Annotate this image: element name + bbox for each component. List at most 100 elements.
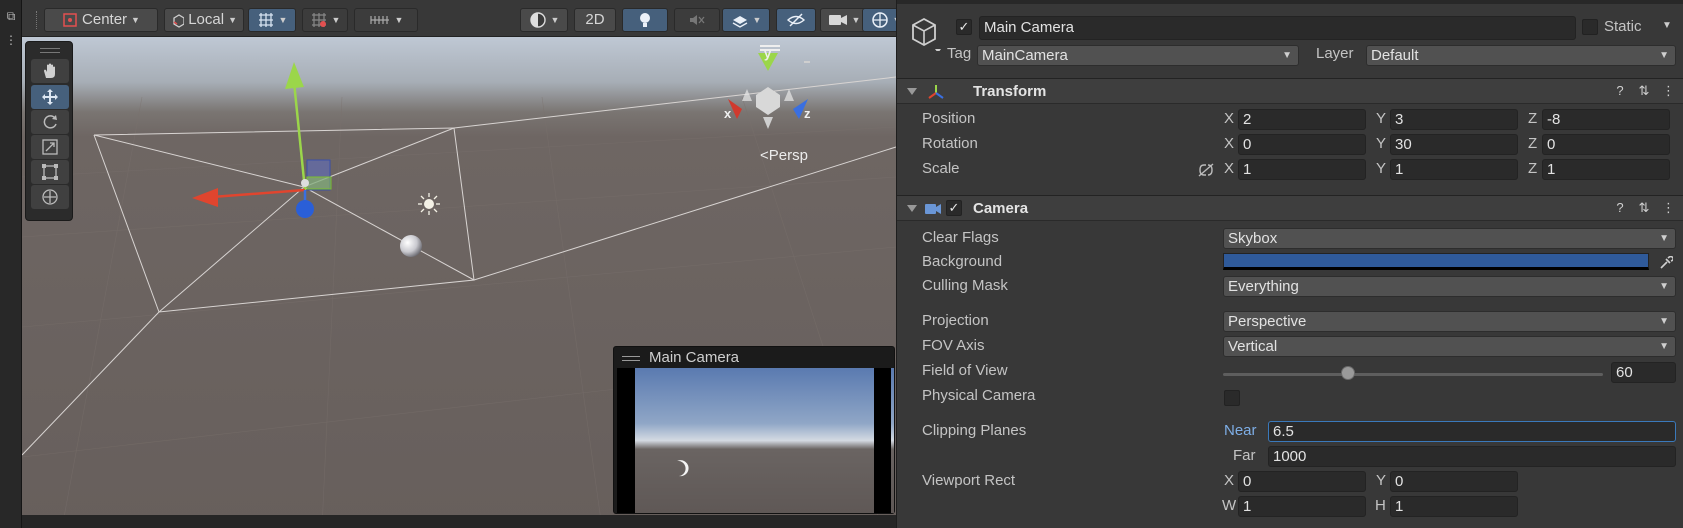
- space-mode-dropdown[interactable]: Local ▼: [164, 8, 244, 32]
- rect-tool-button[interactable]: [31, 160, 69, 184]
- active-checkbox[interactable]: ✓: [956, 19, 972, 35]
- help-icon[interactable]: ?: [1614, 84, 1626, 98]
- fov-value-field[interactable]: 60: [1611, 362, 1676, 383]
- scale-y-field[interactable]: 1: [1390, 159, 1518, 180]
- grid-snap-toggle[interactable]: ▼: [248, 8, 296, 32]
- camera-settings-dropdown[interactable]: ▼: [820, 8, 868, 32]
- scale-z-field[interactable]: 1: [1542, 159, 1670, 180]
- x-axis-handle[interactable]: [192, 188, 218, 207]
- overlay-menu-icon[interactable]: [760, 45, 780, 51]
- toggle-2d-button[interactable]: 2D: [574, 8, 616, 32]
- more-options-icon[interactable]: ⋮: [1662, 84, 1675, 98]
- rotate-tool-button[interactable]: [31, 110, 69, 134]
- camera-preview-image: [635, 368, 894, 513]
- constrain-proportions-icon[interactable]: [1197, 163, 1215, 177]
- projection-dropdown[interactable]: Perspective ▼: [1223, 311, 1676, 332]
- camera-component-icon: [925, 204, 941, 214]
- rotation-x-field[interactable]: 0: [1238, 134, 1366, 155]
- move-gizmo[interactable]: [192, 62, 332, 218]
- gameobject-icon[interactable]: [907, 15, 943, 55]
- position-x-field[interactable]: 2: [1238, 109, 1366, 130]
- help-icon[interactable]: ?: [1614, 201, 1626, 215]
- gizmo-axis-z-label: z: [804, 106, 811, 121]
- palette-grip[interactable]: [40, 48, 60, 53]
- rotation-z-field[interactable]: 0: [1542, 134, 1670, 155]
- y-axis-handle[interactable]: [285, 62, 304, 89]
- shading-mode-dropdown[interactable]: ▼: [520, 8, 568, 32]
- projection-label: Projection: [922, 312, 989, 329]
- gizmo-globe-icon: [871, 12, 888, 28]
- dock-icon[interactable]: ⧉: [3, 8, 19, 24]
- far-clip-field[interactable]: 1000: [1268, 446, 1676, 467]
- object-name-field[interactable]: Main Camera: [979, 16, 1576, 40]
- near-clip-field[interactable]: 6.5: [1268, 421, 1676, 442]
- culling-mask-dropdown[interactable]: Everything ▼: [1223, 276, 1676, 297]
- position-label: Position: [922, 110, 976, 127]
- physical-camera-checkbox[interactable]: [1224, 390, 1240, 406]
- transform-tool-button[interactable]: [31, 185, 69, 209]
- audio-toggle[interactable]: [674, 8, 720, 32]
- move-tool-button[interactable]: [31, 85, 69, 109]
- camera-preview-title: Main Camera: [649, 349, 740, 366]
- viewport-rect-label: Viewport Rect: [922, 472, 1016, 489]
- fov-slider-track[interactable]: [1223, 373, 1603, 376]
- gizmos-dropdown[interactable]: ▼: [862, 8, 896, 32]
- viewport-x-field[interactable]: 0: [1238, 471, 1366, 492]
- tag-dropdown[interactable]: MainCamera ▼: [977, 45, 1299, 66]
- foldout-arrow-icon[interactable]: [907, 88, 917, 95]
- sphere-object[interactable]: [400, 235, 422, 257]
- xz-plane-handle[interactable]: [306, 176, 332, 190]
- fov-axis-dropdown[interactable]: Vertical ▼: [1223, 336, 1676, 357]
- scene-horizontal-scrollbar[interactable]: [22, 515, 896, 528]
- increment-snap-toggle[interactable]: ▼: [302, 8, 348, 32]
- axis-y-label: Y: [1376, 135, 1387, 152]
- transform-header[interactable]: Transform ? ⇅ ⋮: [897, 78, 1683, 104]
- preview-grip-icon[interactable]: [622, 356, 640, 361]
- layer-dropdown[interactable]: Default ▼: [1366, 45, 1676, 66]
- projection-value: Perspective: [1228, 313, 1307, 330]
- pivot-mode-dropdown[interactable]: Center ▼: [44, 8, 158, 32]
- camera-title: Camera: [973, 200, 1029, 217]
- viewport-w-field[interactable]: 1: [1238, 496, 1366, 517]
- background-color-field[interactable]: [1223, 253, 1649, 270]
- position-z-field[interactable]: -8: [1542, 109, 1670, 130]
- scale-label: Scale: [922, 160, 960, 177]
- viewport-h-field[interactable]: 1: [1390, 496, 1518, 517]
- effects-dropdown[interactable]: ▼: [722, 8, 770, 32]
- presets-icon[interactable]: ⇅: [1638, 201, 1650, 215]
- presets-icon[interactable]: ⇅: [1638, 84, 1650, 98]
- sun-icon[interactable]: [418, 193, 440, 215]
- static-checkbox[interactable]: [1582, 19, 1598, 35]
- scene-lighting-toggle[interactable]: [622, 8, 668, 32]
- scale-x-field[interactable]: 1: [1238, 159, 1366, 180]
- static-dropdown-chevron[interactable]: ▼: [1662, 20, 1672, 31]
- z-axis-handle[interactable]: [296, 200, 314, 218]
- gizmo-axis-x-label: x: [724, 106, 732, 121]
- rotation-y-field[interactable]: 30: [1390, 134, 1518, 155]
- clear-flags-dropdown[interactable]: Skybox ▼: [1223, 228, 1676, 249]
- ruler-snap-dropdown[interactable]: ▼: [354, 8, 418, 32]
- chevron-down-icon: ▼: [1659, 281, 1669, 292]
- foldout-arrow-icon[interactable]: [907, 205, 917, 212]
- rotation-label: Rotation: [922, 135, 978, 152]
- culling-mask-value: Everything: [1228, 278, 1299, 295]
- more-options-icon[interactable]: ⋮: [1662, 201, 1675, 215]
- hand-tool-button[interactable]: [31, 59, 69, 83]
- cube-icon: [912, 17, 941, 53]
- rect-transform-icon: [42, 164, 58, 180]
- camera-enabled-checkbox[interactable]: ✓: [946, 200, 962, 216]
- physical-camera-label: Physical Camera: [922, 387, 1036, 404]
- position-y-field[interactable]: 3: [1390, 109, 1518, 130]
- eyedropper-icon[interactable]: [1659, 256, 1673, 270]
- scale-tool-button[interactable]: [31, 135, 69, 159]
- left-dock-strip: ⧉ ⋮: [0, 0, 22, 528]
- viewport-y-field[interactable]: 0: [1390, 471, 1518, 492]
- preview-letterbox-left: [617, 368, 635, 513]
- orientation-gizmo[interactable]: [728, 53, 810, 129]
- camera-component-header[interactable]: ✓ Camera ? ⇅ ⋮: [897, 195, 1683, 221]
- projection-toggle[interactable]: <Persp: [760, 147, 808, 164]
- more-options-icon[interactable]: ⋮: [3, 32, 19, 48]
- scene-visibility-toggle[interactable]: [776, 8, 816, 32]
- fov-slider-thumb[interactable]: [1341, 366, 1356, 380]
- increment-snap-icon: [311, 13, 326, 27]
